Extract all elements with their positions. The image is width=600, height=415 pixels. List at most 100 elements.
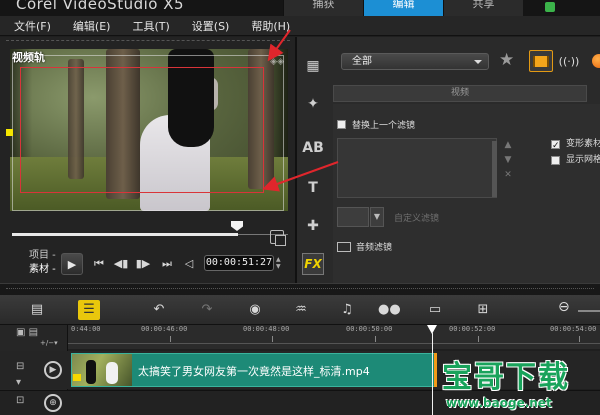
- menu-help[interactable]: 帮助(H): [251, 18, 290, 34]
- section-header: 视频: [333, 85, 587, 102]
- transition-icon[interactable]: AB: [302, 137, 324, 159]
- storyboard-view-icon[interactable]: ▤: [26, 300, 48, 320]
- playhead-line[interactable]: [432, 333, 433, 415]
- filter-list-scrollbar[interactable]: [492, 141, 497, 197]
- audio-mixer-icon[interactable]: ♒: [290, 300, 312, 320]
- enlarge-preview-icon[interactable]: [270, 230, 286, 246]
- overlay-visibility-icon[interactable]: ⊡: [16, 395, 24, 406]
- menu-edit[interactable]: 编辑(E): [73, 18, 111, 34]
- clip-badge-icon: [73, 374, 81, 381]
- graphic-icon[interactable]: ✚: [302, 215, 324, 237]
- delete-filter-icon[interactable]: ✕: [501, 168, 515, 183]
- tab-edit[interactable]: 编辑: [363, 0, 443, 16]
- video-clip[interactable]: 太搞笑了男女网友第一次竟然是这样_标清.mp4: [71, 353, 435, 387]
- video-preview[interactable]: ◈◈: [10, 49, 288, 211]
- next-frame-icon[interactable]: ▮▶: [134, 257, 152, 270]
- mode-clip[interactable]: 素材 -: [29, 263, 56, 277]
- ruler-tick-label: 00:00:50:00: [346, 325, 393, 333]
- subtitle-editor-icon[interactable]: ▭: [424, 300, 446, 320]
- zoom-slider[interactable]: [578, 310, 600, 312]
- custom-filter-button[interactable]: 自定义滤镜: [394, 211, 439, 224]
- preset-dropdown-arrow[interactable]: ▼: [370, 207, 384, 227]
- playback-mode: 项目 - 素材 -: [29, 249, 56, 277]
- preset-thumbnail[interactable]: [337, 207, 369, 227]
- panel-grip[interactable]: [6, 40, 290, 44]
- applied-filter-list[interactable]: [337, 138, 497, 198]
- status-check-icon: [545, 2, 555, 12]
- options-button[interactable]: [587, 50, 600, 72]
- scrubber-track[interactable]: [12, 233, 238, 236]
- filter-list-ops: ▲ ▼ ✕: [501, 138, 515, 183]
- motion-track-icon[interactable]: ●●: [378, 300, 401, 320]
- show-grid-option[interactable]: 显示网格线: [551, 152, 600, 168]
- tab-capture[interactable]: 捕获: [283, 0, 363, 16]
- replace-filter-option[interactable]: 替换上一个滤镜: [337, 118, 415, 131]
- ruler-tick: [478, 336, 479, 342]
- menu-settings[interactable]: 设置(S): [192, 18, 230, 34]
- ripple-edit-toggle[interactable]: +/−▾: [40, 339, 58, 347]
- overlay-track-icon[interactable]: ⊕: [44, 394, 62, 412]
- replace-filter-label: 替换上一个滤镜: [352, 121, 416, 131]
- timecode-spinner[interactable]: ▲ ▼: [276, 256, 283, 270]
- timeline-splitter[interactable]: [0, 283, 600, 295]
- clip-thumbnail: [72, 354, 132, 386]
- play-button[interactable]: ▶: [61, 253, 83, 275]
- splitter-grip: [6, 288, 594, 290]
- step-tabs: 捕获 编辑 共享: [283, 0, 523, 16]
- lock-track-icon[interactable]: ⊟: [16, 361, 24, 372]
- expand-track-icon[interactable]: ▾: [16, 377, 21, 388]
- preset-row: ▼ 自定义滤镜: [337, 207, 439, 227]
- deform-clip-checkbox[interactable]: [551, 138, 560, 154]
- menu-file[interactable]: 文件(F): [14, 18, 51, 34]
- filter-fx-icon[interactable]: FX: [302, 253, 324, 275]
- preview-track-label: 视频轨: [12, 51, 45, 64]
- ruler-baseline: [68, 343, 600, 344]
- menu-tools[interactable]: 工具(T): [132, 18, 169, 34]
- library-panel: ▦ ✦ AB T ✚ FX 全部 ★ ((·)) 视频 替换上一个滤镜 ▲ ▼ …: [297, 37, 600, 283]
- watermark-title: 宝哥下载: [442, 360, 570, 395]
- audio-filter-label: 音频滤镜: [356, 243, 393, 253]
- deform-clip-label: 变形素材: [566, 139, 600, 149]
- zoom-out-icon[interactable]: ⊖: [558, 299, 570, 315]
- instant-project-icon[interactable]: ✦: [302, 93, 324, 115]
- title-icon[interactable]: T: [302, 177, 324, 199]
- clip-trim-handle[interactable]: [434, 353, 437, 387]
- show-grid-checkbox[interactable]: [551, 155, 560, 165]
- media-icon[interactable]: ▦: [302, 55, 324, 77]
- watermark-url: www.baoge.net: [446, 396, 552, 410]
- video-track-icon[interactable]: ▶: [44, 361, 62, 379]
- show-audio-button[interactable]: ((·)): [557, 50, 581, 72]
- replace-filter-checkbox[interactable]: [337, 120, 346, 129]
- go-to-start-icon[interactable]: ⏮: [90, 257, 108, 271]
- auto-music-icon[interactable]: ♫: [336, 300, 358, 320]
- tab-share[interactable]: 共享: [443, 0, 523, 16]
- show-grid-label: 显示网格线: [566, 155, 600, 165]
- add-favorite-icon[interactable]: ★: [499, 50, 514, 70]
- timecode-display[interactable]: 00:00:51:27: [204, 255, 274, 271]
- move-down-icon[interactable]: ▼: [501, 153, 515, 168]
- ruler-tick-label: 00:00:54:00: [550, 325, 597, 333]
- undo-icon[interactable]: ↶: [148, 300, 170, 320]
- title-bar: Corel VideoStudio X5 捕获 编辑 共享: [0, 0, 600, 16]
- redo-icon[interactable]: ↷: [196, 300, 218, 320]
- deform-clip-option[interactable]: 变形素材: [551, 136, 600, 154]
- video-watermark-logo: ◈◈: [270, 57, 284, 67]
- mode-project[interactable]: 项目 -: [29, 249, 56, 263]
- ruler-tick: [579, 336, 580, 342]
- move-up-icon[interactable]: ▲: [501, 138, 515, 153]
- thumb-figure: [86, 360, 96, 384]
- scrubber-handle[interactable]: [231, 221, 243, 231]
- repeat-icon[interactable]: ◁: [180, 257, 198, 270]
- timeline-view-icon[interactable]: ☰: [78, 300, 100, 320]
- track-manager-icon[interactable]: ▣ ▤: [16, 327, 38, 338]
- resize-handle[interactable]: [6, 129, 13, 136]
- record-capture-icon[interactable]: ◉: [244, 300, 266, 320]
- category-dropdown[interactable]: 全部: [341, 53, 489, 70]
- filter-options: 替换上一个滤镜 ▲ ▼ ✕ 变形素材 显示网格线 ▼ 自定义滤镜: [333, 104, 600, 283]
- audio-filter-button[interactable]: 音频滤镜: [337, 240, 392, 253]
- timeline-ruler[interactable]: 0:44:00 00:00:46:00 00:00:48:00 00:00:50…: [68, 325, 600, 349]
- previous-frame-icon[interactable]: ◀▮: [112, 257, 130, 270]
- go-to-end-icon[interactable]: ⏭: [158, 257, 176, 271]
- show-video-button[interactable]: [529, 50, 553, 72]
- multi-trim-icon[interactable]: ⊞: [472, 300, 494, 320]
